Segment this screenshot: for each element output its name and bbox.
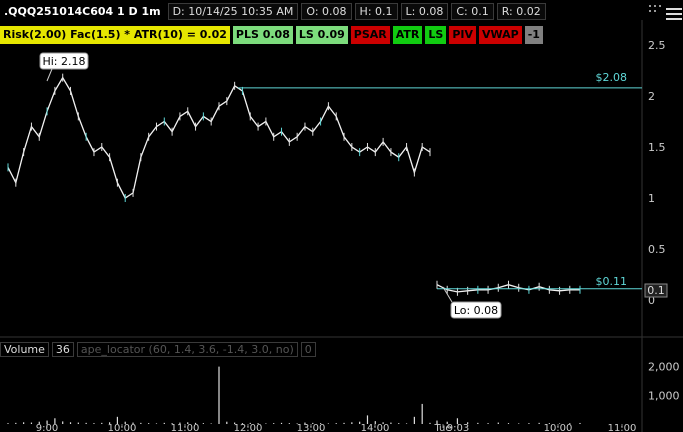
hi-pointer [46, 68, 53, 82]
volume-panel-header: Volume 36 ape_locator (60, 1.4, 3.6, -1.… [0, 342, 316, 357]
hi-callout: Hi: 2.18 [39, 52, 89, 82]
hi-label: Hi: 2.18 [42, 55, 85, 68]
time-tick-4: 13:00 [297, 423, 326, 432]
time-tick-7: 9:03 [447, 423, 469, 432]
volume-tick-0: 2,000 [648, 361, 680, 374]
upper-level-label: $2.08 [596, 71, 628, 84]
time-tick-3: 12:00 [234, 423, 263, 432]
last-price-label: 0.1 [647, 284, 665, 297]
price-tick-3: 1 [648, 192, 655, 205]
time-tick-8: 10:00 [544, 423, 573, 432]
time-tick-2: 11:00 [171, 423, 200, 432]
volume-title[interactable]: Volume [0, 342, 49, 357]
time-tick-1: 10:00 [108, 423, 137, 432]
lo-callout: Lo: 0.08 [442, 286, 502, 319]
volume-study-label[interactable]: ape_locator (60, 1.4, 3.6, -1.4, 3.0, no… [76, 342, 298, 357]
time-tick-9: 11:00 [608, 423, 637, 432]
time-tick-0: 9:00 [36, 423, 58, 432]
lower-level-label: $0.11 [596, 275, 628, 288]
volume-study-value: 0 [300, 342, 316, 357]
price-tick-4: 0.5 [648, 243, 666, 256]
price-tick-1: 2 [648, 90, 655, 103]
volume-value: 36 [51, 342, 74, 357]
chart-window: .QQQ251014C604 1 D 1m D: 10/14/25 10:35 … [0, 0, 683, 432]
price-tick-0: 2.5 [648, 39, 666, 52]
price-tick-2: 1.5 [648, 141, 666, 154]
price-series-segment-0 [7, 76, 431, 199]
lo-label: Lo: 0.08 [454, 304, 498, 317]
price-chart[interactable]: 2.5 2 1.5 1 0.5 0 Hi: 2.18 Lo: 0.08 $2.08 $0.… [0, 0, 683, 432]
volume-tick-1: 1,000 [648, 389, 680, 402]
time-tick-5: 14:00 [361, 423, 390, 432]
